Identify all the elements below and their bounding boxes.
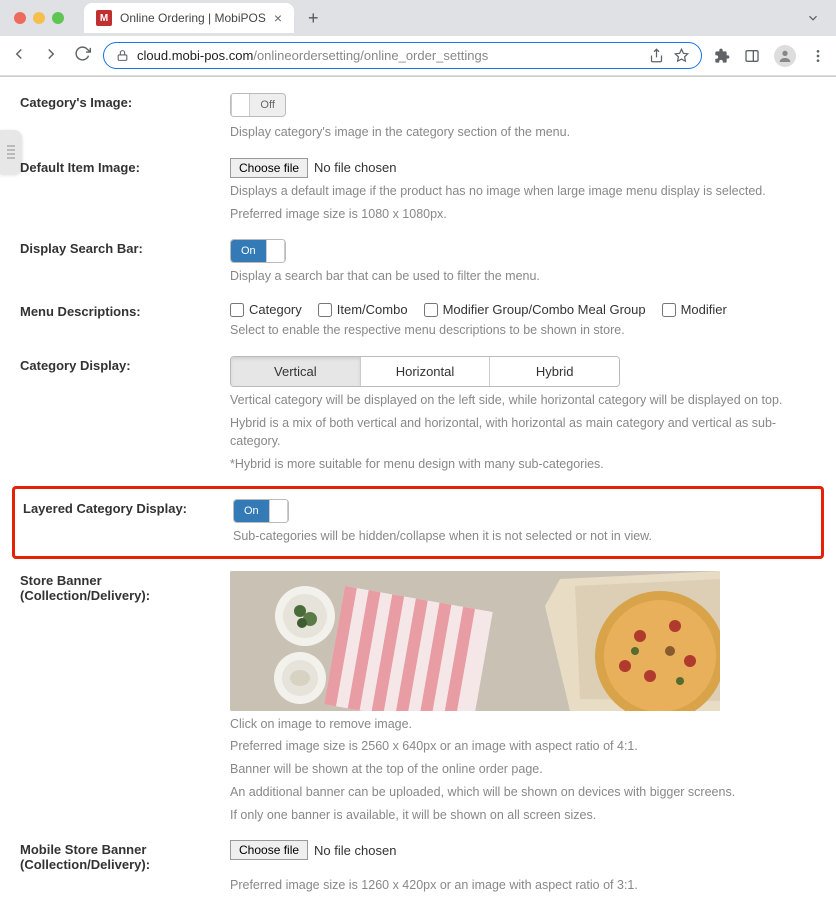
new-tab-button[interactable]: + xyxy=(300,8,327,29)
label-store-banner: Store Banner (Collection/Delivery): xyxy=(20,571,230,603)
menu-icon[interactable] xyxy=(810,48,826,64)
toggle-category-image[interactable]: On Off xyxy=(230,93,286,117)
checkbox-item-combo[interactable]: Item/Combo xyxy=(318,302,408,317)
checkbox-category[interactable]: Category xyxy=(230,302,302,317)
browser-tab[interactable]: M Online Ordering | MobiPOS × xyxy=(84,3,294,33)
label-search-bar: Display Search Bar: xyxy=(20,239,230,256)
panel-icon[interactable] xyxy=(744,48,760,64)
label-layered-category: Layered Category Display: xyxy=(23,499,233,516)
address-bar: cloud.mobi-pos.com/onlineordersetting/on… xyxy=(0,36,836,76)
help-text: Select to enable the respective menu des… xyxy=(230,321,816,340)
setting-category-display: Category Display: Vertical Horizontal Hy… xyxy=(20,348,816,482)
file-status-text: No file chosen xyxy=(314,843,396,858)
checkbox-modifier[interactable]: Modifier xyxy=(662,302,727,317)
help-text: *Hybrid is more suitable for menu design… xyxy=(230,455,816,474)
reload-button[interactable] xyxy=(74,45,91,66)
back-button[interactable] xyxy=(10,45,28,66)
setting-default-item-image: Default Item Image: Choose file No file … xyxy=(20,150,816,232)
close-window-button[interactable] xyxy=(14,12,26,24)
url-text: cloud.mobi-pos.com/onlineordersetting/on… xyxy=(137,48,488,63)
choose-file-button[interactable]: Choose file xyxy=(230,840,308,860)
toggle-layered-category[interactable]: On Off xyxy=(233,499,289,523)
browser-chrome: M Online Ordering | MobiPOS × + cloud.mo… xyxy=(0,0,836,77)
tab-bar: M Online Ordering | MobiPOS × + xyxy=(0,0,836,36)
help-text: Display category's image in the category… xyxy=(230,123,816,142)
segmented-category-display: Vertical Horizontal Hybrid xyxy=(230,356,620,387)
star-icon[interactable] xyxy=(674,48,689,63)
help-text: Preferred image size is 2560 x 640px or … xyxy=(230,737,816,756)
close-tab-icon[interactable]: × xyxy=(274,10,282,26)
highlight-layered-category: Layered Category Display: On Off Sub-cat… xyxy=(12,486,824,559)
help-text: Banner will be shown at the top of the o… xyxy=(230,760,816,779)
setting-layered-category: Layered Category Display: On Off Sub-cat… xyxy=(15,495,821,550)
profile-avatar[interactable] xyxy=(774,45,796,67)
label-category-display: Category Display: xyxy=(20,356,230,373)
setting-menu-descriptions: Menu Descriptions: Category Item/Combo M… xyxy=(20,294,816,348)
setting-mobile-banner: Mobile Store Banner (Collection/Delivery… xyxy=(20,832,816,903)
help-text: Sub-categories will be hidden/collapse w… xyxy=(233,527,813,546)
label-menu-descriptions: Menu Descriptions: xyxy=(20,302,230,319)
banner-image[interactable] xyxy=(230,571,720,711)
help-text: Hybrid is a mix of both vertical and hor… xyxy=(230,414,816,452)
label-default-item-image: Default Item Image: xyxy=(20,158,230,175)
checkbox-modifier-group[interactable]: Modifier Group/Combo Meal Group xyxy=(424,302,646,317)
window-controls xyxy=(8,12,70,24)
help-text: If only one banner is available, it will… xyxy=(230,806,816,825)
seg-vertical[interactable]: Vertical xyxy=(231,357,361,386)
choose-file-button[interactable]: Choose file xyxy=(230,158,308,178)
forward-button[interactable] xyxy=(42,45,60,66)
url-field[interactable]: cloud.mobi-pos.com/onlineordersetting/on… xyxy=(103,42,702,69)
chevron-down-icon[interactable] xyxy=(806,11,820,25)
extensions-icon[interactable] xyxy=(714,48,730,64)
seg-hybrid[interactable]: Hybrid xyxy=(490,357,619,386)
seg-horizontal[interactable]: Horizontal xyxy=(361,357,491,386)
file-status-text: No file chosen xyxy=(314,160,396,175)
help-text: An additional banner can be uploaded, wh… xyxy=(230,783,816,802)
label-mobile-banner: Mobile Store Banner (Collection/Delivery… xyxy=(20,840,230,872)
maximize-window-button[interactable] xyxy=(52,12,64,24)
share-icon[interactable] xyxy=(649,48,664,63)
minimize-window-button[interactable] xyxy=(33,12,45,24)
settings-page: Category's Image: On Off Display categor… xyxy=(0,77,836,923)
help-text: Display a search bar that can be used to… xyxy=(230,267,816,286)
setting-search-bar: Display Search Bar: On Off Display a sea… xyxy=(20,231,816,294)
help-text: Preferred image size is 1080 x 1080px. xyxy=(230,205,816,224)
lock-icon xyxy=(116,49,129,62)
setting-store-banner: Store Banner (Collection/Delivery): xyxy=(20,563,816,833)
favicon: M xyxy=(96,10,112,26)
help-text: Vertical category will be displayed on t… xyxy=(230,391,816,410)
setting-category-image: Category's Image: On Off Display categor… xyxy=(20,85,816,150)
help-text: Click on image to remove image. xyxy=(230,715,816,734)
help-text: Preferred image size is 1260 x 420px or … xyxy=(230,876,816,895)
help-text: Displays a default image if the product … xyxy=(230,182,816,201)
label-category-image: Category's Image: xyxy=(20,93,230,110)
tab-title: Online Ordering | MobiPOS xyxy=(120,11,266,25)
toggle-search-bar[interactable]: On Off xyxy=(230,239,286,263)
